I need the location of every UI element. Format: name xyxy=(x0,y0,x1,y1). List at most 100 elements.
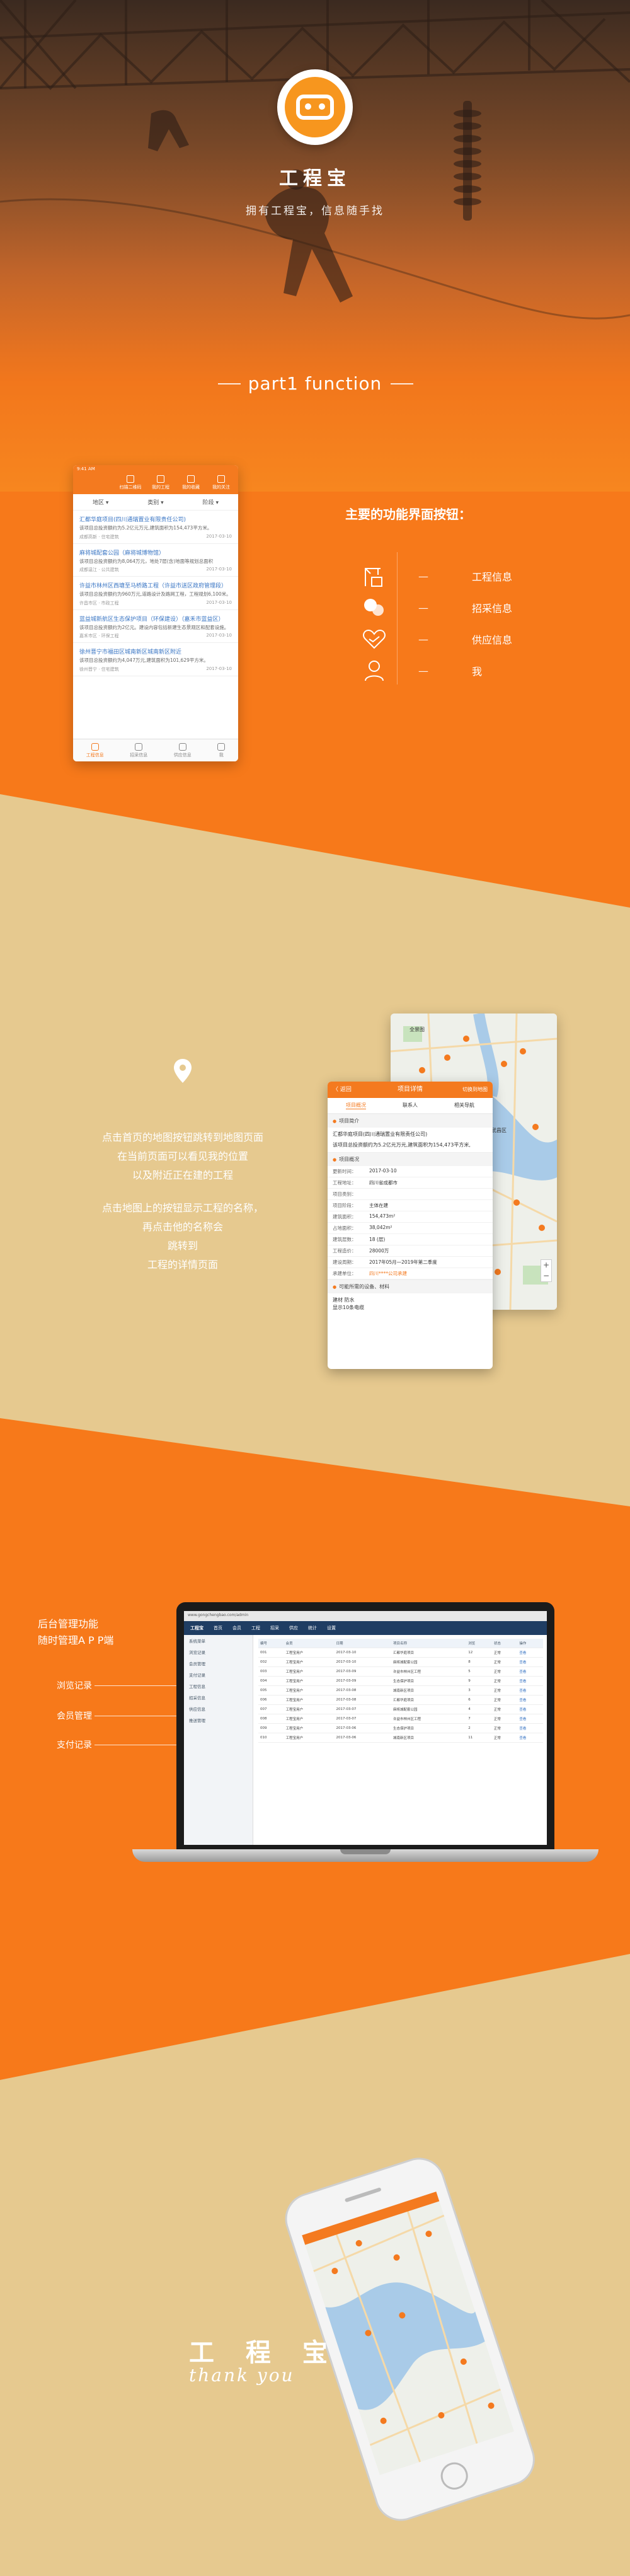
sidebar-item[interactable]: 招采信息 xyxy=(184,1692,253,1703)
list-item[interactable]: 许益市林州区西塘至马桥路工程（许益市送区政府管理段） 该项目总投资额约为960万… xyxy=(73,577,238,610)
sidebar-item[interactable]: 推送管理 xyxy=(184,1714,253,1726)
my-favorites-button[interactable]: 我的收藏 xyxy=(179,475,203,492)
admin-nav-item[interactable]: 会员 xyxy=(232,1625,241,1631)
switch-to-map-button[interactable]: 切换到地图 xyxy=(462,1082,488,1098)
item-meta-right: 2017-03-10 xyxy=(206,533,232,539)
table-cell: 工程宝用户 xyxy=(284,1666,335,1677)
row-value: 主体在建 xyxy=(369,1203,388,1208)
zoom-out-button[interactable]: − xyxy=(541,1271,551,1281)
admin-nav-item[interactable]: 招采 xyxy=(270,1625,279,1631)
col-header: 项目名称 xyxy=(391,1639,467,1648)
tab-supply-info[interactable]: 供应信息 xyxy=(174,742,192,758)
admin-nav-item[interactable]: 工程 xyxy=(251,1625,260,1631)
list-item[interactable]: 徐州晋宁市福田区城南新区城南新区附近 该项目总投资额约为4,047万元,建筑面积… xyxy=(73,643,238,676)
table-cell: 正常 xyxy=(491,1666,518,1677)
table-cell[interactable]: 查看 xyxy=(517,1695,543,1705)
table-cell[interactable]: 查看 xyxy=(517,1714,543,1724)
table-row[interactable]: 008 工程宝用户 2017-03-07 许益市林州区工程 7 正常 查看 xyxy=(258,1714,543,1724)
item-meta: 许昌市区 · 市政工程 2017-03-10 xyxy=(79,600,232,606)
sidebar-item[interactable]: 工程信息 xyxy=(184,1680,253,1692)
table-cell[interactable]: 查看 xyxy=(517,1676,543,1686)
table-cell: 8 xyxy=(466,1657,492,1667)
back-button[interactable]: 〈 返回 xyxy=(333,1082,352,1098)
folder-icon xyxy=(157,475,164,483)
item-meta: 成都温江 · 公共建筑 2017-03-10 xyxy=(79,567,232,573)
admin-nav-item[interactable]: 设置 xyxy=(327,1625,336,1631)
table-row[interactable]: 010 工程宝用户 2017-03-06 城南新区项目 11 正常 查看 xyxy=(258,1733,543,1743)
my-projects-button[interactable]: 我的工程 xyxy=(149,475,173,492)
table-row[interactable]: 001 工程宝用户 2017-03-10 汇都华庭项目 12 正常 查看 xyxy=(258,1648,543,1658)
table-cell[interactable]: 查看 xyxy=(517,1666,543,1677)
table-cell: 11 xyxy=(466,1733,492,1743)
detail-row: 承建单位： 四川****公司承建 xyxy=(328,1268,493,1279)
table-cell[interactable]: 查看 xyxy=(517,1648,543,1658)
dash: — xyxy=(418,633,428,645)
admin-table-body: 001 工程宝用户 2017-03-10 汇都华庭项目 12 正常 查看 002 工程宝用户 20… xyxy=(258,1648,543,1743)
table-row[interactable]: 004 工程宝用户 2017-03-09 生态保护项目 9 正常 查看 xyxy=(258,1676,543,1686)
admin-nav-item[interactable]: 供应 xyxy=(289,1625,298,1631)
tab-navigation[interactable]: 相关导航 xyxy=(454,1102,474,1109)
table-row[interactable]: 005 工程宝用户 2017-03-08 城南新区项目 3 正常 查看 xyxy=(258,1685,543,1695)
tab-project-info[interactable]: 工程信息 xyxy=(86,742,104,758)
table-cell[interactable]: 查看 xyxy=(517,1704,543,1714)
list-item[interactable]: 蓝益城新航区生态保护项目（环保建设）（嘉禾市蓝益区） 该项目总投资额约为2亿元。… xyxy=(73,610,238,643)
scan-qr-button[interactable]: 扫描二维码 xyxy=(118,475,142,492)
table-cell: 许益市林州区工程 xyxy=(391,1666,467,1677)
table-cell: 工程宝用户 xyxy=(284,1723,335,1733)
col-header: 浏览 xyxy=(466,1639,492,1648)
crane-icon xyxy=(91,742,99,751)
browser-address-bar[interactable]: www.gongchengbao.com/admin xyxy=(184,1611,547,1621)
bottom-tabbar: 工程信息 招采信息 供应信息 我 xyxy=(73,739,238,761)
table-row[interactable]: 003 工程宝用户 2017-03-09 许益市林州区工程 5 正常 查看 xyxy=(258,1666,543,1677)
admin-nav-item[interactable]: 统计 xyxy=(308,1625,317,1631)
item-desc: 该项目总投资额约为8,064万元，地处7层(含)地面等规划总面积 xyxy=(79,558,214,564)
sidebar-item[interactable]: 系统菜单 xyxy=(184,1635,253,1646)
sidebar-item[interactable]: 支付记录 xyxy=(184,1669,253,1680)
section-overview: 项目概况 xyxy=(328,1152,493,1166)
sidebar-item[interactable]: 供应信息 xyxy=(184,1703,253,1714)
filter-stage[interactable]: 阶段 ▾ xyxy=(203,498,219,506)
laptop-mockup: www.gongchengbao.com/admin 工程宝 首页 会员 工程 … xyxy=(132,1602,598,1873)
admin-nav-item[interactable]: 首页 xyxy=(214,1625,222,1631)
hero-banner: 工程宝 拥有工程宝，信息随手找 xyxy=(0,0,630,492)
zoom-in-button[interactable]: + xyxy=(541,1260,551,1271)
table-cell: 2 xyxy=(466,1723,492,1733)
my-follows-button[interactable]: 我的关注 xyxy=(209,475,233,492)
sidebar-item[interactable]: 会员管理 xyxy=(184,1658,253,1669)
tab-contacts[interactable]: 联系人 xyxy=(403,1102,418,1109)
table-cell[interactable]: 查看 xyxy=(517,1685,543,1695)
sidebar-item[interactable]: 浏览记录 xyxy=(184,1646,253,1658)
table-row[interactable]: 002 工程宝用户 2017-03-10 麻将城配套公园 8 正常 查看 xyxy=(258,1657,543,1667)
list-item[interactable]: 汇都华庭项目(四川通瑞置业有限责任公司) 该项目总投资额约为5.2亿元万元,建筑… xyxy=(73,511,238,544)
my-follows-label: 我的关注 xyxy=(212,485,230,490)
dash: — xyxy=(418,570,428,582)
filter-region[interactable]: 地区 ▾ xyxy=(93,498,108,506)
filter-category[interactable]: 类别 ▾ xyxy=(147,498,163,506)
table-cell: 2017-03-06 xyxy=(334,1723,391,1733)
thanks-title: 工 程 宝 xyxy=(189,2338,339,2367)
table-row[interactable]: 009 工程宝用户 2017-03-06 生态保护项目 2 正常 查看 xyxy=(258,1723,543,1733)
tab-procurement-info[interactable]: 招采信息 xyxy=(130,742,147,758)
part-title: part1 function xyxy=(248,373,382,394)
tab-me[interactable]: 我 xyxy=(217,742,226,758)
table-cell[interactable]: 查看 xyxy=(517,1733,543,1743)
table-row[interactable]: 006 工程宝用户 2017-03-08 汇都华庭项目 6 正常 查看 xyxy=(258,1695,543,1705)
intro-text: 该项目总投资额约为5.2亿元万元,建筑面积为154,473平方米, xyxy=(333,1142,471,1148)
table-cell: 2017-03-06 xyxy=(334,1733,391,1743)
row-value: 四川省成都市 xyxy=(369,1180,398,1186)
tab-overview[interactable]: 项目概况 xyxy=(346,1102,366,1109)
col-header: 会员 xyxy=(284,1639,335,1648)
table-row[interactable]: 007 工程宝用户 2017-03-07 麻将城配套公园 4 正常 查看 xyxy=(258,1704,543,1714)
item-desc: 该项目总投资额约为4,047万元,建筑面积为101,629平方米。 xyxy=(79,657,209,663)
function-label: 招采信息 xyxy=(472,603,513,615)
row-key: 项目类别： xyxy=(333,1191,357,1197)
filter-bar: 地区 ▾ 类别 ▾ 阶段 ▾ xyxy=(73,494,238,511)
my-favorites-label: 我的收藏 xyxy=(182,485,200,490)
table-cell: 2017-03-08 xyxy=(334,1695,391,1705)
table-cell[interactable]: 查看 xyxy=(517,1723,543,1733)
item-meta-left: 嘉禾市区 · 环保工程 xyxy=(79,633,119,638)
divider-right xyxy=(391,383,413,384)
map-desc-line: 点击地图上的按钮显示工程的名称， xyxy=(101,1202,263,1214)
list-item[interactable]: 麻将城配套公园（麻将城博物馆） 该项目总投资额约为8,064万元，地处7层(含)… xyxy=(73,544,238,577)
table-cell[interactable]: 查看 xyxy=(517,1657,543,1667)
